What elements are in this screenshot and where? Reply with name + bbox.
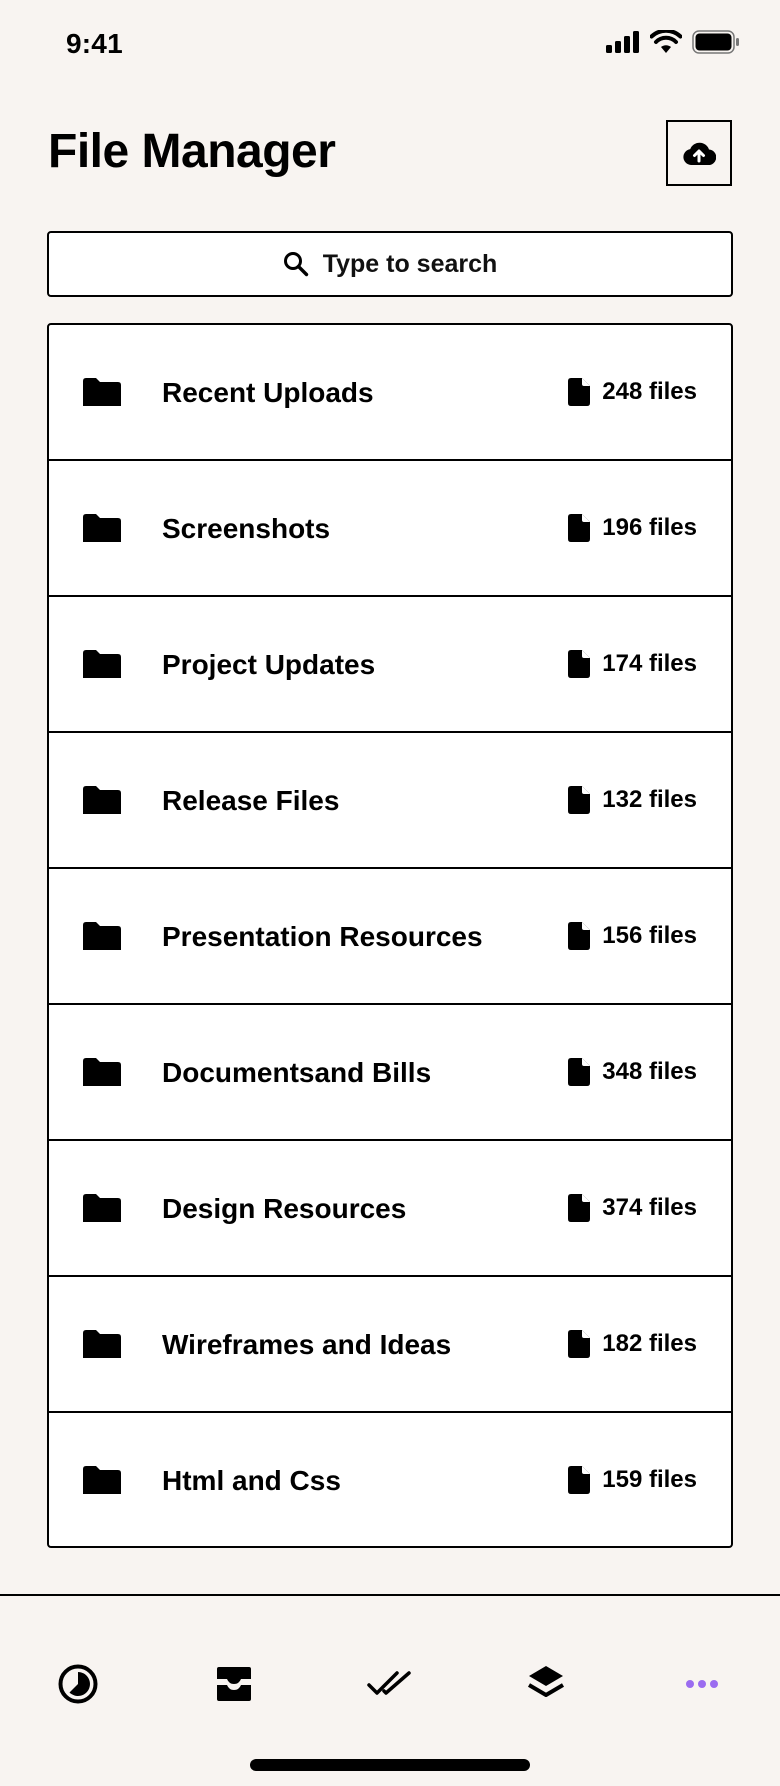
file-count: 182 files [568,1330,697,1358]
file-count: 159 files [568,1466,697,1494]
list-item[interactable]: Release Files 132 files [49,733,731,869]
file-icon [568,1194,591,1222]
file-count: 196 files [568,514,697,542]
folder-icon [83,378,121,406]
upload-button[interactable] [666,120,732,186]
folder-list: Recent Uploads 248 files Screenshots 196… [47,323,733,1548]
status-icons [606,30,740,54]
more-icon [686,1680,718,1688]
folder-icon [83,922,121,950]
nav-timer[interactable] [50,1656,106,1712]
folder-name: Documentsand Bills [162,1057,432,1088]
file-count-text: 348 files [602,1058,697,1085]
layers-icon [527,1666,565,1697]
file-icon [568,378,591,406]
folder-icon [83,650,121,678]
folder-name: Presentation Resources [162,921,483,952]
file-icon [568,1330,591,1358]
folder-name: Wireframes and Ideas [162,1329,452,1360]
folder-name: Screenshots [162,513,331,544]
list-item[interactable]: Project Updates 174 files [49,597,731,733]
file-count-text: 174 files [602,650,697,677]
file-count-text: 374 files [602,1194,697,1221]
header: File Manager [48,120,732,186]
file-count-text: 248 files [602,378,697,405]
nav-layers[interactable] [518,1656,574,1712]
folder-name: Project Updates [162,649,376,680]
file-icon [568,650,591,678]
folder-name: Release Files [162,785,340,816]
status-bar: 9:41 [0,0,780,92]
folder-icon [83,1194,121,1222]
file-count: 348 files [568,1058,697,1086]
file-count-text: 159 files [602,1466,697,1493]
list-item[interactable]: Documentsand Bills 348 files [49,1005,731,1141]
list-item[interactable]: Screenshots 196 files [49,461,731,597]
file-count: 248 files [568,378,697,406]
status-time: 9:41 [66,28,123,59]
file-count-text: 196 files [602,514,697,541]
wifi-icon [650,30,682,53]
nav-inbox[interactable] [206,1656,262,1712]
search-input[interactable]: Type to search [47,231,733,297]
folder-name: Html and Css [162,1465,341,1496]
list-item[interactable]: Design Resources 374 files [49,1141,731,1277]
file-count-text: 156 files [602,922,697,949]
file-icon [568,1466,591,1494]
file-count: 374 files [568,1194,697,1222]
file-count-text: 132 files [602,786,697,813]
file-icon [568,1058,591,1086]
cloud-upload-icon [683,142,716,166]
file-count: 174 files [568,650,697,678]
list-item[interactable]: Recent Uploads 248 files [49,325,731,461]
search-icon [283,252,308,277]
inbox-icon [217,1667,251,1701]
folder-icon [83,1058,121,1086]
nav-more[interactable] [674,1656,730,1712]
list-item[interactable]: Html and Css 159 files [49,1413,731,1546]
folder-icon [83,1330,121,1358]
file-count-text: 182 files [602,1330,697,1357]
folder-name: Recent Uploads [162,377,374,408]
page-title: File Manager [48,125,336,178]
folder-icon [83,786,121,814]
list-item[interactable]: Wireframes and Ideas 182 files [49,1277,731,1413]
bottom-nav [0,1594,780,1786]
folder-icon [83,1466,121,1494]
file-icon [568,786,591,814]
folder-name: Design Resources [162,1193,407,1224]
double-check-icon [367,1671,411,1695]
battery-icon [692,30,739,54]
file-count: 132 files [568,786,697,814]
file-icon [568,514,591,542]
signal-icon [606,31,639,53]
timer-icon [58,1664,98,1704]
search-placeholder: Type to search [322,249,498,278]
file-count: 156 files [568,922,697,950]
home-indicator [250,1759,530,1771]
folder-icon [83,514,121,542]
list-item[interactable]: Presentation Resources 156 files [49,869,731,1005]
nav-tasks[interactable] [362,1656,418,1712]
file-icon [568,922,591,950]
